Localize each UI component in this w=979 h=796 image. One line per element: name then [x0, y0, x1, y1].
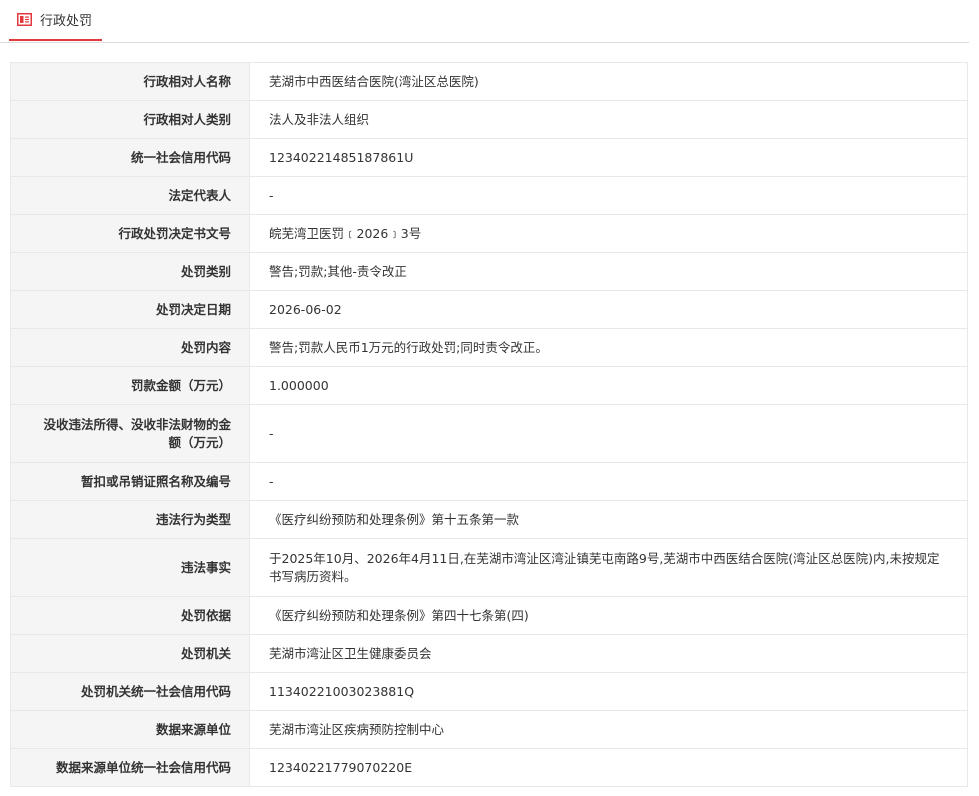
table-row: 暂扣或吊销证照名称及编号 -	[10, 462, 968, 501]
row-label: 统一社会信用代码	[10, 138, 250, 177]
row-label: 违法行为类型	[10, 500, 250, 539]
table-row: 处罚类别 警告;罚款;其他-责令改正	[10, 252, 968, 291]
row-value: 警告;罚款;其他-责令改正	[249, 252, 968, 291]
row-value: 1.000000	[249, 366, 968, 405]
table-row: 行政相对人名称 芜湖市中西医结合医院(湾沚区总医院)	[10, 62, 968, 101]
row-label: 处罚依据	[10, 596, 250, 635]
row-value: 《医疗纠纷预防和处理条例》第四十七条第(四)	[249, 596, 968, 635]
row-value: 芜湖市湾沚区疾病预防控制中心	[249, 710, 968, 749]
row-value: -	[249, 462, 968, 501]
row-value: 12340221779070220E	[249, 748, 968, 787]
table-row: 数据来源单位 芜湖市湾沚区疾病预防控制中心	[10, 710, 968, 749]
row-label: 处罚内容	[10, 328, 250, 367]
table-row: 处罚决定日期 2026-06-02	[10, 290, 968, 329]
row-value: 12340221485187861U	[249, 138, 968, 177]
section-header: 行政处罚	[0, 0, 969, 43]
table-row: 违法行为类型 《医疗纠纷预防和处理条例》第十五条第一款	[10, 500, 968, 539]
row-value: 法人及非法人组织	[249, 100, 968, 139]
row-label: 罚款金额（万元）	[10, 366, 250, 405]
row-label: 处罚决定日期	[10, 290, 250, 329]
table-row: 统一社会信用代码 12340221485187861U	[10, 138, 968, 177]
row-value: 于2025年10月、2026年4月11日,在芜湖市湾沚区湾沚镇芜屯南路9号,芜湖…	[249, 538, 968, 597]
row-label: 数据来源单位	[10, 710, 250, 749]
row-value: 警告;罚款人民币1万元的行政处罚;同时责令改正。	[249, 328, 968, 367]
row-label: 处罚机关	[10, 634, 250, 673]
row-label: 行政相对人类别	[10, 100, 250, 139]
row-value: 《医疗纠纷预防和处理条例》第十五条第一款	[249, 500, 968, 539]
row-value: 芜湖市中西医结合医院(湾沚区总医院)	[249, 62, 968, 101]
row-label: 行政相对人名称	[10, 62, 250, 101]
row-label: 行政处罚决定书文号	[10, 214, 250, 253]
tab-title: 行政处罚	[40, 14, 93, 29]
table-row: 没收违法所得、没收非法财物的金额（万元） -	[10, 404, 968, 463]
tab-administrative-penalty[interactable]: 行政处罚	[9, 0, 103, 41]
row-value: 11340221003023881Q	[249, 672, 968, 711]
row-value: -	[249, 176, 968, 215]
table-row: 数据来源单位统一社会信用代码 12340221779070220E	[10, 748, 968, 787]
row-label: 处罚机关统一社会信用代码	[10, 672, 250, 711]
table-row: 法定代表人 -	[10, 176, 968, 215]
row-label: 违法事实	[10, 538, 250, 597]
row-label: 法定代表人	[10, 176, 250, 215]
table-row: 处罚机关统一社会信用代码 11340221003023881Q	[10, 672, 968, 711]
row-value: 芜湖市湾沚区卫生健康委员会	[249, 634, 968, 673]
row-value: 2026-06-02	[249, 290, 968, 329]
row-value: 皖芜湾卫医罚﹝2026﹞3号	[249, 214, 968, 253]
table-row: 违法事实 于2025年10月、2026年4月11日,在芜湖市湾沚区湾沚镇芜屯南路…	[10, 538, 968, 597]
row-label: 暂扣或吊销证照名称及编号	[10, 462, 250, 501]
row-label: 数据来源单位统一社会信用代码	[10, 748, 250, 787]
penalty-info-table: 行政相对人名称 芜湖市中西医结合医院(湾沚区总医院) 行政相对人类别 法人及非法…	[10, 62, 968, 787]
table-row: 行政处罚决定书文号 皖芜湾卫医罚﹝2026﹞3号	[10, 214, 968, 253]
row-label: 没收违法所得、没收非法财物的金额（万元）	[10, 404, 250, 463]
table-row: 罚款金额（万元） 1.000000	[10, 366, 968, 405]
table-row: 处罚内容 警告;罚款人民币1万元的行政处罚;同时责令改正。	[10, 328, 968, 367]
row-label: 处罚类别	[10, 252, 250, 291]
table-row: 行政相对人类别 法人及非法人组织	[10, 100, 968, 139]
row-value: -	[249, 404, 968, 463]
table-row: 处罚机关 芜湖市湾沚区卫生健康委员会	[10, 634, 968, 673]
table-row: 处罚依据 《医疗纠纷预防和处理条例》第四十七条第(四)	[10, 596, 968, 635]
document-icon	[17, 12, 32, 27]
